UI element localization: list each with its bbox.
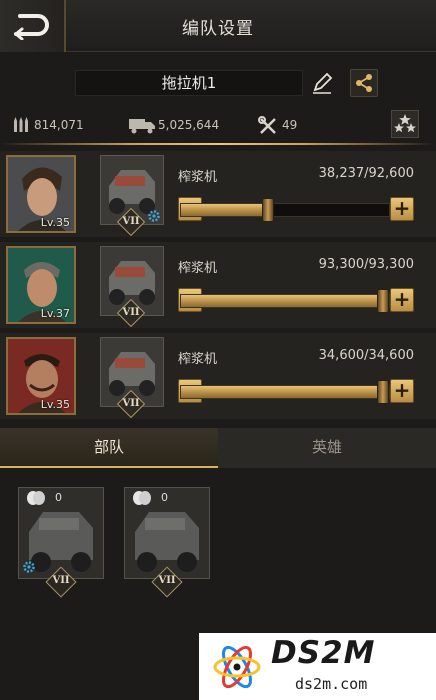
slider-thumb[interactable] bbox=[377, 380, 389, 404]
top-bar: 编队设置 bbox=[0, 0, 436, 52]
slider-fill bbox=[181, 295, 383, 307]
hero-level: Lv.35 bbox=[40, 398, 70, 411]
watermark: DS2M ds2m.com bbox=[199, 633, 436, 700]
hero-level: Lv.35 bbox=[40, 216, 70, 229]
unit-name: 榨浆机 bbox=[178, 352, 218, 367]
tab-bar: 部队 英雄 bbox=[0, 428, 436, 468]
rank-label: VII bbox=[122, 398, 140, 409]
rank-label: VII bbox=[122, 216, 140, 227]
truck-icon bbox=[129, 119, 155, 134]
rating-button[interactable] bbox=[391, 110, 419, 138]
share-icon bbox=[356, 74, 372, 92]
rank-label: VII bbox=[122, 307, 140, 318]
watermark-brand: DS2M bbox=[271, 635, 376, 671]
increase-button[interactable]: + bbox=[390, 379, 414, 403]
repair-tools-icon bbox=[258, 116, 276, 134]
load-value: 5,025,644 bbox=[158, 118, 220, 132]
rank-label: VII bbox=[158, 575, 176, 586]
ammo-icon bbox=[14, 117, 28, 132]
unit-slider[interactable] bbox=[180, 198, 390, 222]
hero-portrait[interactable]: Lv.37 bbox=[6, 246, 76, 324]
share-button[interactable] bbox=[350, 69, 378, 97]
slider-fill bbox=[181, 204, 268, 216]
roster-vehicle-card[interactable]: 0 bbox=[124, 487, 210, 579]
unit-row: Lv.37 VII 榨浆机 93,300/93,300 − + bbox=[0, 242, 436, 328]
roster-vehicle-card[interactable]: 0 bbox=[18, 487, 104, 579]
unit-row: Lv.35 VII 榨浆机 38,237/92,600 − + bbox=[0, 151, 436, 237]
slider-thumb[interactable] bbox=[262, 198, 274, 222]
unit-name: 榨浆机 bbox=[178, 261, 218, 276]
tab-heroes[interactable]: 英雄 bbox=[218, 428, 436, 468]
rank-label: VII bbox=[52, 575, 70, 586]
unit-name: 榨浆机 bbox=[178, 170, 218, 185]
divider bbox=[0, 143, 436, 145]
unit-row: Lv.35 VII 榨浆机 34,600/34,600 − + bbox=[0, 333, 436, 419]
gear-icon bbox=[148, 210, 160, 222]
slider-thumb[interactable] bbox=[377, 289, 389, 313]
watermark-domain: ds2m.com bbox=[295, 675, 368, 693]
gear-icon bbox=[23, 561, 35, 573]
unit-count: 93,300/93,300 bbox=[318, 257, 414, 272]
unit-slider[interactable] bbox=[180, 289, 390, 313]
hero-portrait[interactable]: Lv.35 bbox=[6, 337, 76, 415]
unit-slider[interactable] bbox=[180, 380, 390, 404]
tire-icon bbox=[27, 491, 45, 505]
atom-logo-icon bbox=[213, 645, 261, 689]
stats-row: 814,071 5,025,644 49 bbox=[0, 108, 436, 144]
tab-troops[interactable]: 部队 bbox=[0, 428, 218, 468]
repair-value: 49 bbox=[282, 118, 298, 132]
formation-name-field[interactable]: 拖拉机1 bbox=[75, 70, 303, 96]
increase-button[interactable]: + bbox=[390, 288, 414, 312]
unit-count: 38,237/92,600 bbox=[318, 166, 414, 181]
hero-level: Lv.37 bbox=[40, 307, 70, 320]
unit-count: 34,600/34,600 bbox=[318, 348, 414, 363]
pencil-icon bbox=[313, 72, 333, 94]
slider-fill bbox=[181, 386, 383, 398]
page-title: 编队设置 bbox=[182, 19, 254, 39]
stars-icon bbox=[394, 114, 416, 133]
roster-count: 0 bbox=[161, 491, 168, 504]
rename-button[interactable] bbox=[310, 70, 334, 96]
ammo-value: 814,071 bbox=[34, 118, 84, 132]
roster-count: 0 bbox=[55, 491, 62, 504]
tire-icon bbox=[133, 491, 151, 505]
hero-portrait[interactable]: Lv.35 bbox=[6, 155, 76, 233]
increase-button[interactable]: + bbox=[390, 197, 414, 221]
